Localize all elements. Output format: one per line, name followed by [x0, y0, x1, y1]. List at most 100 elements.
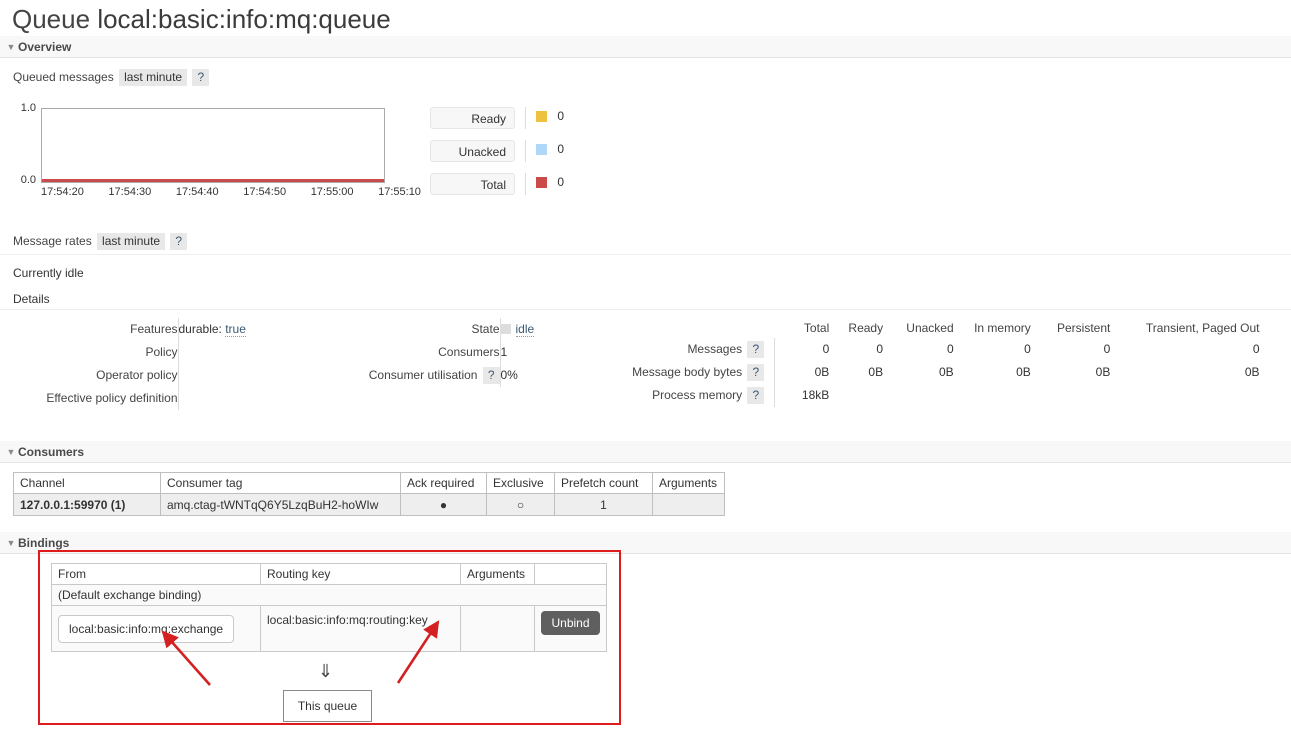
bindings-block: ▼ Bindings From Routing key Arguments (D… [0, 532, 1291, 652]
details-left-column: Features durable: true Policy Operator p… [0, 318, 330, 410]
chart-x-tick: 17:54:20 [41, 186, 84, 198]
collapse-triangle-icon[interactable]: ▼ [4, 441, 18, 463]
details-row-consumers: Consumers 1 [330, 341, 535, 364]
legend-button-unacked[interactable]: Unacked [430, 140, 515, 162]
details-features-durable-value[interactable]: true [225, 322, 246, 337]
stats-cell: 0B [774, 361, 830, 384]
consumers-table: Channel Consumer tag Ack required Exclus… [13, 472, 725, 516]
queued-messages-label: Queued messages [13, 70, 114, 84]
stats-row-label: Messages [687, 342, 743, 356]
details-row-consumer-utilisation: Consumer utilisation ? 0% [330, 364, 535, 387]
this-queue-box: This queue [283, 690, 372, 722]
stats-col-persistent: Persistent [1056, 321, 1111, 335]
details-key: State [471, 322, 500, 336]
chart-y-tick-top: 1.0 [20, 102, 36, 114]
chart-plot-area [41, 108, 385, 183]
legend-button-total[interactable]: Total [430, 173, 515, 195]
stats-cell [1110, 384, 1259, 407]
section-header-consumers-label: Consumers [18, 445, 85, 459]
section-header-bindings[interactable]: ▼ Bindings [0, 532, 1291, 554]
details-row-features: Features durable: true [0, 318, 246, 341]
stats-cell: 0B [1095, 365, 1111, 379]
legend-row-unacked: Unacked 0 [430, 140, 620, 162]
queued-messages-period-tab[interactable]: last minute [119, 69, 188, 86]
legend-divider [525, 173, 526, 195]
binding-from-exchange-link[interactable]: local:basic:info:mq:exchange [58, 614, 235, 643]
stats-col-unacked: Unacked [906, 321, 954, 335]
stats-row-label: Process memory [652, 388, 743, 402]
collapse-triangle-icon[interactable]: ▼ [4, 36, 18, 58]
section-header-overview[interactable]: ▼ Overview [0, 36, 1291, 58]
details-row-policy: Policy [0, 341, 246, 364]
messages-help-icon[interactable]: ? [747, 341, 765, 358]
binding-routing-key: local:basic:info:mq:routing:key [267, 613, 428, 627]
details-region: Features durable: true Policy Operator p… [0, 318, 1291, 428]
consumer-channel[interactable]: 127.0.0.1:59970 (1) [13, 493, 161, 516]
stats-cell: 0B [868, 365, 884, 379]
details-key-label: Consumer utilisation [368, 368, 478, 382]
details-stats-column: Total Ready Unacked In memory Persistent… [600, 318, 1291, 407]
stats-row-label-message-body-bytes: Message body bytes ? [600, 361, 775, 384]
section-header-bindings-label: Bindings [18, 536, 70, 550]
unbind-button[interactable]: Unbind [541, 611, 600, 635]
stats-cell: 18kB [774, 384, 830, 407]
chart-x-tick: 17:54:50 [243, 186, 287, 198]
stats-col-in-memory: In memory [974, 321, 1031, 335]
stats-cell [1031, 384, 1111, 407]
consumers-col-arguments: Arguments [652, 472, 725, 494]
message-rates-divider [0, 254, 1291, 255]
chart-legend: Ready 0 Unacked 0 Total 0 [430, 107, 620, 206]
legend-row-total: Total 0 [430, 173, 620, 195]
process-memory-help-icon[interactable]: ? [747, 387, 765, 404]
legend-value-total: 0 [557, 175, 565, 189]
collapse-triangle-icon[interactable]: ▼ [4, 532, 18, 554]
message-rates-period-tab[interactable]: last minute [97, 233, 166, 250]
stats-row-label-messages: Messages ? [600, 338, 775, 361]
stats-cell: 0 [876, 342, 884, 356]
details-value-consumers: 1 [499, 341, 535, 364]
consumers-header-row: Channel Consumer tag Ack required Exclus… [13, 472, 725, 494]
stats-cell: 0 [1103, 342, 1111, 356]
stats-col-transient-paged-out: Transient, Paged Out [1145, 321, 1260, 335]
bindings-col-arguments: Arguments [460, 563, 535, 585]
chart-x-tick: 17:54:40 [175, 186, 219, 198]
stats-col-ready: Ready [848, 321, 884, 335]
stats-col-total: Total [803, 321, 830, 335]
page-title-queue-name: local:basic:info:mq:queue [97, 4, 391, 34]
details-middle-column: State idle Consumers 1 Consumer utilisat… [330, 318, 600, 387]
details-features-plain: durable: [178, 322, 226, 336]
stats-cell: 0 [1024, 342, 1031, 356]
queued-messages-help-icon[interactable]: ? [192, 69, 210, 86]
page-title-prefix: Queue [12, 4, 91, 34]
details-label: Details [13, 292, 50, 306]
consumers-col-ack-required: Ack required [400, 472, 487, 494]
binding-arguments [460, 605, 535, 652]
binding-action-cell: Unbind [534, 605, 607, 652]
state-square-icon [500, 324, 511, 334]
binding-routing-key-cell: local:basic:info:mq:routing:key [260, 605, 461, 652]
details-value-policy [177, 341, 246, 364]
message-rates-help-icon[interactable]: ? [170, 233, 188, 250]
chart-x-axis-ticks: 17:54:20 17:54:30 17:54:40 17:54:50 17:5… [41, 186, 421, 198]
legend-swatch-total [536, 177, 547, 188]
consumer-arguments [652, 493, 725, 516]
details-divider [0, 309, 1291, 310]
details-value-state: idle [499, 318, 535, 341]
details-key-consumer-utilisation: Consumer utilisation ? [330, 364, 500, 387]
consumers-col-prefetch-count: Prefetch count [554, 472, 653, 494]
consumer-utilisation-help-icon[interactable]: ? [482, 367, 500, 384]
details-value-operator-policy [177, 364, 246, 387]
bindings-col-routing-key: Routing key [260, 563, 461, 585]
chart-y-tick-bottom: 0.0 [20, 174, 36, 186]
legend-button-ready[interactable]: Ready [430, 107, 515, 129]
details-state-value[interactable]: idle [515, 322, 535, 337]
section-header-consumers[interactable]: ▼ Consumers [0, 441, 1291, 463]
stats-cell: 0 [774, 338, 830, 361]
stats-cell: 0 [946, 342, 954, 356]
binding-flow-arrow-icon: ⇓ [318, 661, 334, 681]
bindings-col-action [534, 563, 607, 585]
legend-divider [525, 140, 526, 162]
details-key: Consumers [438, 345, 500, 359]
message-body-bytes-help-icon[interactable]: ? [747, 364, 765, 381]
consumers-col-exclusive: Exclusive [486, 472, 555, 494]
